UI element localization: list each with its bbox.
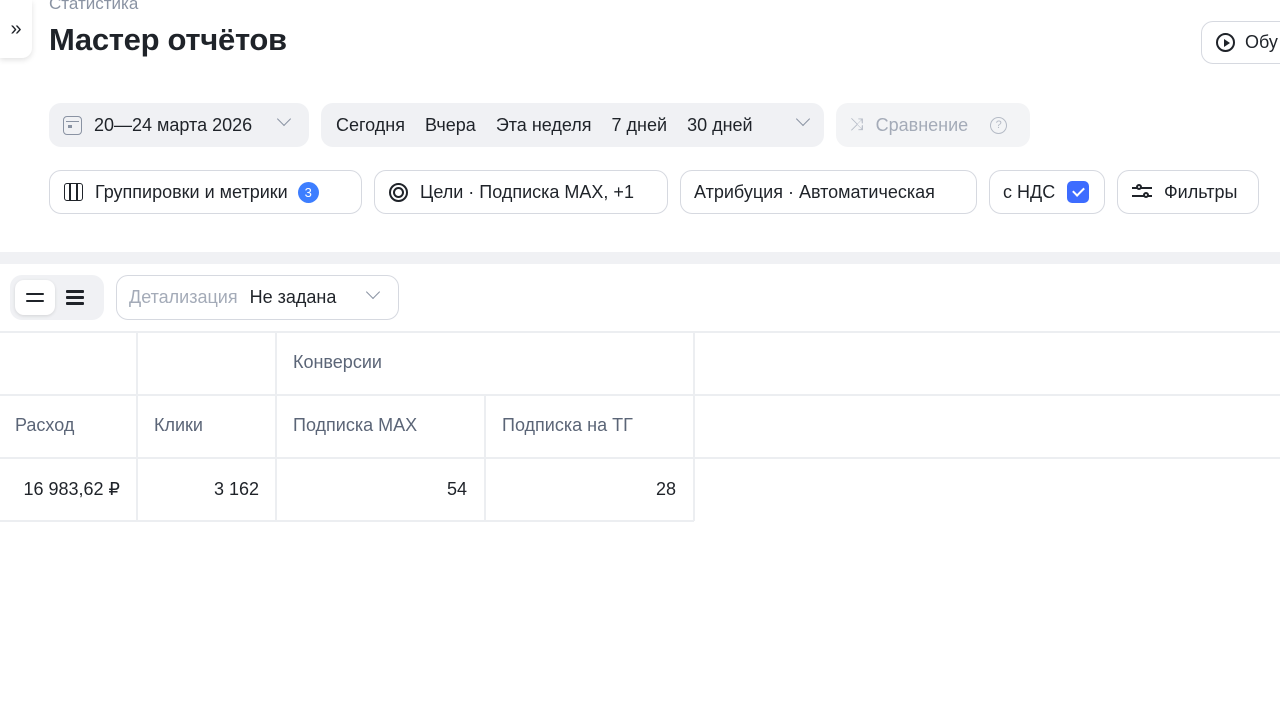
sliders-icon — [1132, 183, 1152, 201]
target-icon — [389, 182, 408, 202]
chevron-down-icon — [276, 111, 292, 127]
vat-label: с НДС — [1003, 181, 1056, 202]
training-button-label: Обу — [1245, 32, 1278, 52]
period-today[interactable]: Сегодня — [336, 115, 405, 136]
groupings-label: Группировки и метрики — [95, 181, 288, 202]
attribution-selector[interactable]: Атрибуция · Автоматическая — [680, 170, 977, 214]
table-cell-clicks: 3 162 — [213, 479, 259, 499]
expand-sidebar-button[interactable]: » — [0, 0, 32, 58]
list-view-icon[interactable] — [15, 280, 55, 315]
table-cell-max-subscription: 54 — [446, 479, 467, 499]
training-button[interactable]: Обу — [1201, 21, 1280, 64]
table-header-expense[interactable]: Расход — [15, 415, 74, 436]
breadcrumb[interactable]: Статистика — [49, 0, 138, 14]
goals-label: Цели · Подписка MAX, +1 — [420, 181, 634, 202]
period-this-week[interactable]: Эта неделя — [496, 115, 592, 136]
detail-label: Детализация — [129, 287, 238, 307]
table-cell-expense: 16 983,62 ₽ — [23, 479, 120, 499]
table-row-divider — [0, 520, 694, 522]
table-header-divider — [0, 394, 1280, 396]
play-icon — [1216, 33, 1235, 52]
section-divider — [0, 252, 1280, 264]
filters-label: Фильтры — [1164, 181, 1238, 202]
report-wizard-page: » Статистика Мастер отчётов Обу 20—24 ма… — [0, 0, 1280, 722]
table-header-tg-subscription[interactable]: Подписка на ТГ — [502, 415, 633, 436]
groupings-count-badge: 3 — [297, 181, 319, 203]
period-30-days[interactable]: 30 дней — [687, 115, 753, 136]
date-range-label: 20—24 марта 2026 — [94, 114, 253, 135]
comparison-toggle[interactable]: ⤨ Сравнение ? — [836, 103, 1030, 147]
checkbox-icon[interactable] — [1067, 181, 1090, 203]
column-divider — [484, 394, 486, 521]
period-yesterday[interactable]: Вчера — [425, 115, 476, 136]
view-mode-toggle — [10, 275, 104, 320]
attribution-label: Атрибуция · Автоматическая — [694, 181, 935, 202]
calendar-icon — [63, 115, 82, 135]
comparison-label: Сравнение — [875, 114, 969, 135]
dense-list-view-icon[interactable] — [55, 280, 95, 315]
period-7-days[interactable]: 7 дней — [612, 115, 668, 136]
chevron-down-icon — [365, 284, 381, 300]
shuffle-icon: ⤨ — [850, 115, 864, 134]
vat-toggle[interactable]: с НДС — [989, 170, 1105, 214]
filters-button[interactable]: Фильтры — [1117, 170, 1259, 214]
groupings-metrics-button[interactable]: Группировки и метрики 3 — [49, 170, 362, 214]
page-title: Мастер отчётов — [49, 22, 287, 57]
table-header-bottom — [0, 457, 1280, 459]
expand-icon: » — [10, 17, 22, 40]
chevron-down-icon[interactable] — [795, 111, 811, 127]
detail-select[interactable]: Детализация Не задана — [116, 275, 399, 320]
columns-icon — [64, 183, 83, 201]
goals-selector[interactable]: Цели · Подписка MAX, +1 — [374, 170, 668, 214]
column-divider — [693, 331, 695, 521]
period-presets: Сегодня Вчера Эта неделя 7 дней 30 дней — [321, 103, 824, 147]
table-group-header-conversions: Конверсии — [293, 352, 382, 372]
table-cell-tg-subscription: 28 — [655, 479, 676, 499]
table-border-top — [0, 331, 1280, 333]
table-header-max-subscription[interactable]: Подписка MAX — [293, 415, 417, 436]
help-icon[interactable]: ? — [990, 116, 1008, 134]
table-header-clicks[interactable]: Клики — [154, 415, 203, 436]
detail-value: Не задана — [249, 287, 337, 307]
date-range-picker[interactable]: 20—24 марта 2026 — [49, 103, 309, 147]
